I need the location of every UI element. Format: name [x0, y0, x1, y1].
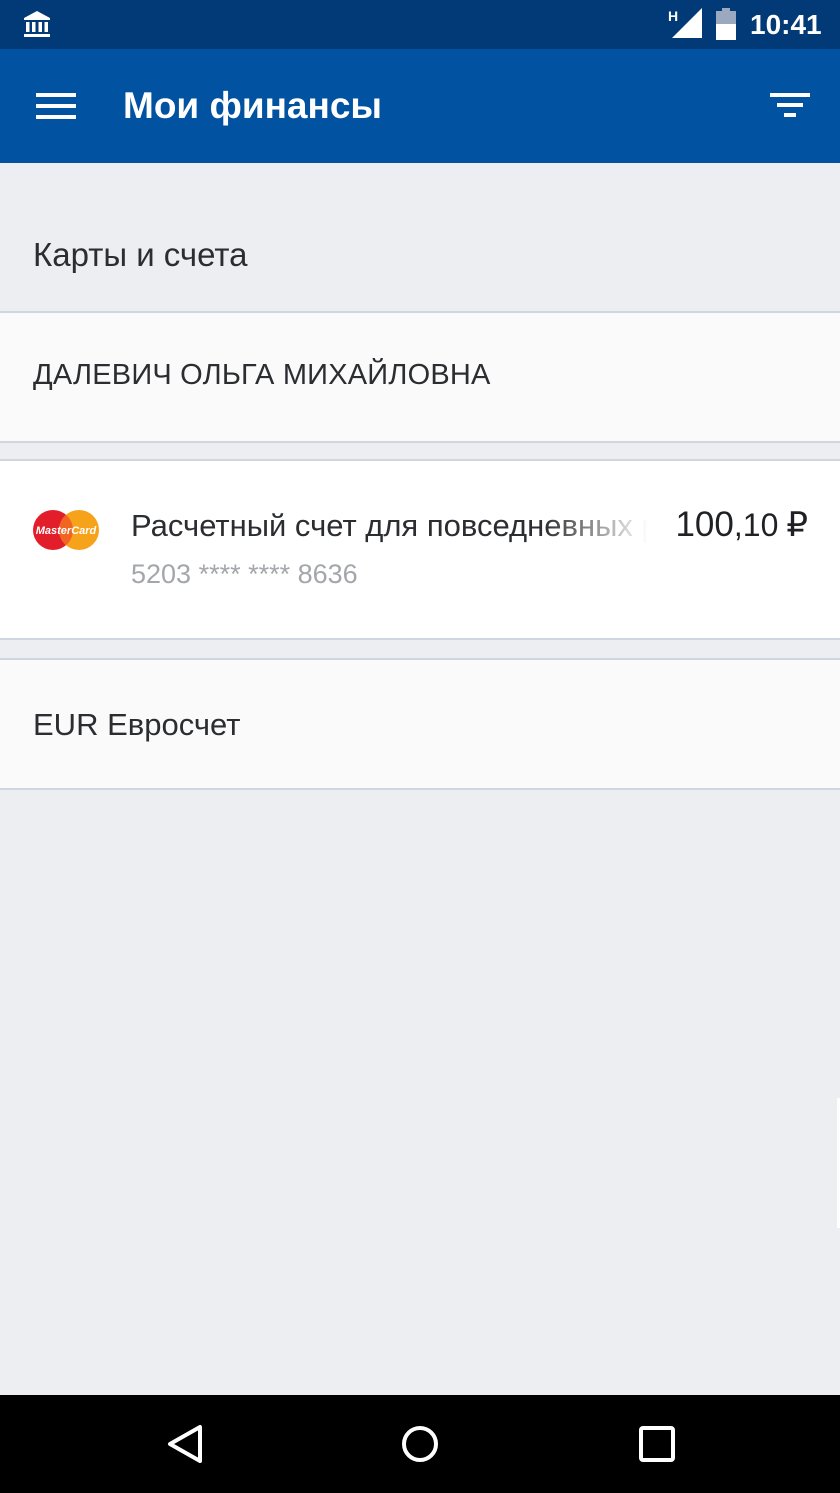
navigation-bar: [0, 1395, 840, 1493]
screen: H 10:41 Мои финансы Карты и счета ДАЛЕВИ…: [0, 0, 840, 1493]
section-title: Карты и счета: [33, 236, 248, 273]
account-row[interactable]: MasterCard Расчетный счет для повседневн…: [0, 459, 840, 640]
euro-account-row[interactable]: EUR Евросчет: [0, 658, 840, 790]
card-number: 5203 **** **** 8636: [131, 559, 358, 589]
network-type-label: H: [668, 8, 678, 24]
currency-symbol: ₽: [786, 506, 808, 544]
euro-account-label: EUR Евросчет: [33, 707, 241, 742]
balance-fraction: ,10: [733, 507, 779, 543]
page-title: Мои финансы: [123, 85, 383, 126]
card-brand-label: MasterCard: [36, 525, 97, 537]
owner-name: ДАЛЕВИЧ ОЛЬГА МИХАЙЛОВНА: [33, 359, 491, 391]
home-icon[interactable]: [395, 1419, 445, 1469]
back-icon[interactable]: [160, 1419, 210, 1469]
menu-icon[interactable]: [36, 89, 78, 123]
app-bar: Мои финансы: [0, 49, 840, 163]
battery-icon: [716, 8, 736, 40]
status-bar: H 10:41: [0, 0, 840, 49]
recent-apps-icon[interactable]: [632, 1419, 682, 1469]
status-time: 10:41: [750, 9, 822, 40]
bank-icon: [24, 11, 50, 37]
filter-icon[interactable]: [768, 87, 812, 123]
balance-integer: 100: [675, 505, 734, 544]
owner-row: ДАЛЕВИЧ ОЛЬГА МИХАЙЛОВНА: [0, 311, 840, 443]
account-balance: 100,10 ₽: [675, 505, 808, 545]
mastercard-icon: MasterCard: [33, 510, 99, 550]
account-name: Расчетный счет для повседневных расходов: [131, 508, 648, 543]
signal-icon: H: [668, 8, 702, 38]
